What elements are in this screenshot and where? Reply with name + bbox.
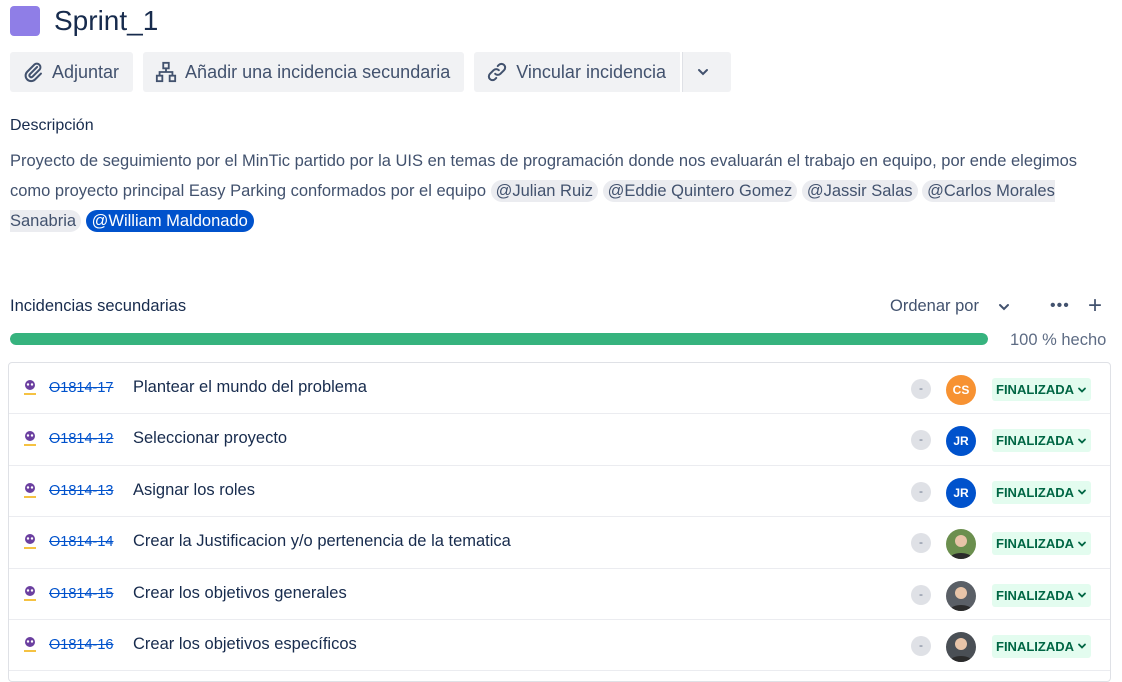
add-child-issue-label: Añadir una incidencia secundaria <box>185 61 451 82</box>
title-row: Sprint_1 <box>10 5 158 37</box>
table-row[interactable]: O1814-16 Crear los objetivos específicos… <box>9 620 1110 672</box>
priority-badge[interactable]: - <box>911 481 931 502</box>
more-actions-button[interactable] <box>682 52 731 92</box>
avatar-initials: CS <box>952 383 970 397</box>
assignee-avatar[interactable] <box>946 580 976 611</box>
sort-label: Ordenar por <box>890 297 979 315</box>
paperclip-icon <box>24 62 42 83</box>
issue-type-icon <box>24 534 36 550</box>
attach-button[interactable]: Adjuntar <box>10 52 134 92</box>
issue-type-icon <box>24 380 36 395</box>
avatar-initials: JR <box>953 485 969 500</box>
status-label: FINALIZADA <box>996 433 1074 449</box>
priority-badge[interactable]: - <box>911 584 931 605</box>
chevron-down-icon <box>1078 541 1086 547</box>
assignee-avatar[interactable] <box>946 529 976 560</box>
toolbar: Adjuntar Añadir una incidencia secundari… <box>10 52 731 92</box>
chevron-down-icon <box>1078 387 1086 393</box>
link-icon <box>488 62 507 82</box>
chevron-down-icon <box>1078 644 1086 650</box>
child-issues-table: O1814-17 Plantear el mundo del problema … <box>8 362 1111 682</box>
issue-key-link[interactable]: O1814-16 <box>49 637 114 653</box>
status-label: FINALIZADA <box>996 382 1074 397</box>
status-dropdown[interactable]: FINALIZADA <box>992 378 1091 401</box>
link-issue-button[interactable]: Vincular incidencia <box>474 52 680 92</box>
sort-dropdown[interactable]: Ordenar por <box>890 297 1011 316</box>
status-dropdown[interactable]: FINALIZADA <box>992 480 1091 504</box>
issue-key-link[interactable]: O1814-14 <box>49 534 114 550</box>
status-dropdown[interactable]: FINALIZADA <box>992 583 1091 607</box>
status-label: FINALIZADA <box>996 484 1074 500</box>
link-issue-group: Vincular incidencia <box>474 52 731 92</box>
attach-label: Adjuntar <box>52 61 120 82</box>
description-text[interactable]: Proyecto de seguimiento por el MinTic pa… <box>10 146 1110 236</box>
add-child-issue-button[interactable]: Añadir una incidencia secundaria <box>143 52 465 92</box>
table-row[interactable]: O1814-15 Crear los objetivos generales -… <box>9 569 1110 620</box>
priority-badge[interactable]: - <box>911 533 931 554</box>
assignee-avatar[interactable]: CS <box>946 375 976 405</box>
issue-summary[interactable]: Crear los objetivos generales <box>133 584 347 603</box>
mention-eddie-quintero-gomez[interactable]: @Eddie Quintero Gomez <box>602 180 798 202</box>
assignee-avatar[interactable]: JR <box>946 426 976 457</box>
chevron-down-icon <box>1078 592 1086 598</box>
table-row[interactable]: O1814-14 Crear la Justificacion y/o pert… <box>9 517 1110 569</box>
add-icon[interactable]: + <box>1088 292 1102 320</box>
issue-key-link[interactable]: O1814-17 <box>49 380 114 396</box>
assignee-avatar[interactable]: JR <box>946 477 976 508</box>
issue-key-link[interactable]: O1814-12 <box>49 431 114 447</box>
status-label: FINALIZADA <box>996 536 1074 552</box>
user-photo-icon <box>949 637 973 662</box>
table-row[interactable]: O1814-13 Asignar los roles - JR FINALIZA… <box>9 466 1110 518</box>
description-label: Descripción <box>10 117 94 134</box>
hierarchy-icon <box>155 61 177 83</box>
chevron-down-icon <box>1078 438 1086 444</box>
user-photo-icon <box>949 586 973 611</box>
chevron-down-icon <box>1078 489 1086 496</box>
issue-type-icon <box>24 431 36 447</box>
issue-summary[interactable]: Crear los objetivos específicos <box>133 635 357 654</box>
progress-fill <box>10 333 988 345</box>
issue-summary[interactable]: Asignar los roles <box>133 481 255 500</box>
priority-badge[interactable]: - <box>911 635 931 656</box>
link-issue-label: Vincular incidencia <box>516 61 666 82</box>
status-dropdown[interactable]: FINALIZADA <box>992 532 1091 556</box>
avatar-initials: JR <box>953 434 969 449</box>
status-dropdown[interactable]: FINALIZADA <box>992 429 1091 453</box>
issue-type-icon <box>24 482 36 498</box>
status-label: FINALIZADA <box>996 638 1074 654</box>
assignee-avatar[interactable] <box>946 631 976 662</box>
table-row[interactable]: O1814-12 Seleccionar proyecto - JR FINAL… <box>9 414 1110 466</box>
issue-type-icon <box>24 585 36 601</box>
issue-key-link[interactable]: O1814-15 <box>49 586 114 602</box>
mention-jassir-salas[interactable]: @Jassir Salas <box>801 180 918 202</box>
epic-icon[interactable] <box>10 6 40 36</box>
mention-william-maldonado[interactable]: @William Maldonado <box>85 210 254 232</box>
chevron-down-icon <box>998 303 1009 310</box>
child-issues-heading: Incidencias secundarias <box>10 297 187 315</box>
issue-summary[interactable]: Crear la Justificacion y/o pertenencia d… <box>133 532 511 551</box>
progress-text: 100 % hecho <box>1010 331 1107 349</box>
status-dropdown[interactable]: FINALIZADA <box>992 634 1091 658</box>
priority-badge[interactable]: - <box>911 379 931 399</box>
issue-summary[interactable]: Plantear el mundo del problema <box>133 378 367 397</box>
mention-julian-ruiz[interactable]: @Julian Ruiz <box>490 180 599 202</box>
more-options-icon[interactable]: ••• <box>1050 297 1070 315</box>
page-title[interactable]: Sprint_1 <box>54 5 158 37</box>
status-label: FINALIZADA <box>996 587 1074 603</box>
issue-summary[interactable]: Seleccionar proyecto <box>133 429 287 448</box>
chevron-down-icon <box>698 69 708 76</box>
table-row[interactable]: O1814-17 Plantear el mundo del problema … <box>9 363 1110 415</box>
issue-type-icon <box>24 636 36 652</box>
priority-badge[interactable]: - <box>911 430 931 451</box>
user-photo-icon <box>949 535 973 560</box>
issue-key-link[interactable]: O1814-13 <box>49 483 114 499</box>
progress-bar <box>10 333 988 345</box>
